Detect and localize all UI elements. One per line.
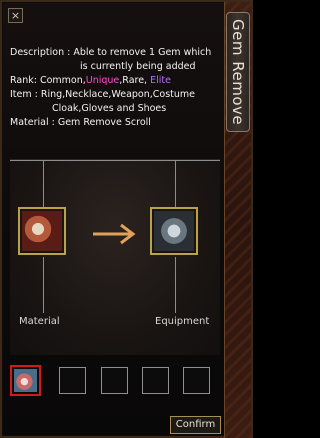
- side-ornament-bar: Gem Remove: [224, 2, 251, 438]
- rank-elite: Elite: [150, 75, 171, 86]
- arrow-right-icon: [93, 223, 136, 245]
- material-line: Material : Gem Remove Scroll: [10, 117, 151, 128]
- gem-slot-5[interactable]: [183, 367, 210, 394]
- connector-top: [10, 160, 220, 161]
- equipment-icon: [154, 211, 194, 251]
- gem-icon: [14, 369, 37, 392]
- close-icon: ×: [10, 9, 21, 22]
- gem-remove-scroll-icon: [22, 211, 62, 251]
- gem-remove-window: × Description : Able to remove 1 Gem whi…: [0, 0, 253, 438]
- connector-right-lower: [175, 257, 176, 313]
- connector-right-upper: [175, 160, 176, 207]
- connector-left-lower: [43, 257, 44, 313]
- rank-prefix: Rank: Common,: [10, 75, 86, 86]
- equipment-label: Equipment: [155, 316, 210, 327]
- rank-line: Rank: Common,Unique,Rare, Elite: [10, 74, 222, 88]
- connector-left-upper: [43, 160, 44, 207]
- window-title: Gem Remove: [229, 18, 247, 126]
- item-line-2: Cloak,Gloves and Shoes: [52, 103, 167, 114]
- material-slot[interactable]: [18, 207, 66, 255]
- equipment-slot[interactable]: [150, 207, 198, 255]
- close-button[interactable]: ×: [8, 8, 23, 23]
- material-label: Material: [19, 316, 60, 327]
- item-line-1: Item : Ring,Necklace,Weapon,Costume: [10, 89, 196, 100]
- rank-mid: ,Rare,: [119, 75, 151, 86]
- remove-panel: Material Equipment: [10, 159, 220, 355]
- gem-slot-1[interactable]: [10, 365, 41, 396]
- description-line-2: is currently being added: [80, 61, 196, 72]
- rank-unique: Unique: [85, 75, 120, 86]
- title-tab: Gem Remove: [226, 12, 250, 132]
- gem-slot-4[interactable]: [142, 367, 169, 394]
- gem-slot-2[interactable]: [59, 367, 86, 394]
- confirm-button[interactable]: Confirm: [170, 416, 221, 434]
- description-line-1: Description : Able to remove 1 Gem which: [10, 47, 212, 58]
- description-text: Description : Able to remove 1 Gem which…: [10, 46, 222, 130]
- gem-slot-3[interactable]: [101, 367, 128, 394]
